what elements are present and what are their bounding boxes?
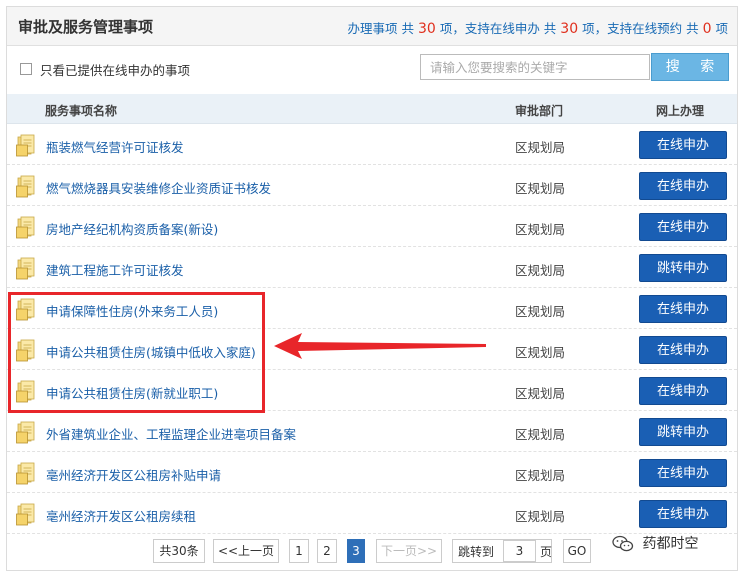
table-row: 燃气燃烧器具安装维修企业资质证书核发 区规划局 在线申办 — [7, 165, 737, 206]
page-1-button[interactable]: 1 — [289, 539, 309, 563]
booking-items-count: 0 — [702, 21, 712, 37]
service-name-link[interactable]: 建筑工程施工许可证核发 — [46, 260, 184, 279]
apply-online-button[interactable]: 在线申办 — [639, 500, 727, 528]
service-panel: 审批及服务管理事项 办理事项 共 30 项，支持在线申办 共 30 项，支持在线… — [6, 6, 738, 571]
service-name-link[interactable]: 燃气燃烧器具安装维修企业资质证书核发 — [46, 178, 271, 197]
online-only-label[interactable]: 只看已提供在线申办的事项 — [40, 60, 190, 79]
stats-suffix: 项 — [715, 21, 728, 36]
wechat-icon — [612, 535, 634, 552]
department: 区规划局 — [515, 509, 566, 524]
search-input[interactable] — [420, 54, 650, 80]
folder-document-icon — [16, 216, 35, 239]
table-row: 房地产经纪机构资质备案(新设) 区规划局 在线申办 — [7, 206, 737, 247]
stats-prefix: 办理事项 共 — [347, 21, 415, 36]
service-name-link[interactable]: 亳州经济开发区公租房续租 — [46, 506, 196, 525]
table-row: 亳州经济开发区公租房续租 区规划局 在线申办 — [7, 493, 737, 534]
panel-title: 审批及服务管理事项 — [18, 18, 154, 36]
apply-online-button[interactable]: 在线申办 — [639, 295, 727, 323]
folder-document-icon — [16, 462, 35, 485]
department: 区规划局 — [515, 345, 566, 360]
page-unit: 页 — [540, 545, 553, 559]
apply-online-button[interactable]: 在线申办 — [639, 377, 727, 405]
department: 区规划局 — [515, 181, 566, 196]
apply-online-button[interactable]: 在线申办 — [639, 459, 727, 487]
page-2-button[interactable]: 2 — [317, 539, 337, 563]
watermark: 药都时空 — [612, 533, 698, 553]
department: 区规划局 — [515, 222, 566, 237]
header-online-handling: 网上办理 — [656, 104, 705, 118]
stats-mid2: 项，支持在线预约 共 — [582, 21, 699, 36]
jump-page-input[interactable]: 3 — [503, 540, 536, 562]
table-row: 亳州经济开发区公租房补贴申请 区规划局 在线申办 — [7, 452, 737, 493]
folder-document-icon — [16, 503, 35, 526]
filter-bar: 只看已提供在线申办的事项 搜 索 — [7, 46, 737, 94]
department: 区规划局 — [515, 427, 566, 442]
jump-label: 跳转到 — [458, 545, 495, 559]
search-button[interactable]: 搜 索 — [651, 53, 729, 81]
department: 区规划局 — [515, 386, 566, 401]
next-page-button[interactable]: 下一页>> — [376, 539, 442, 563]
table-row: 外省建筑业企业、工程监理企业进亳项目备案 区规划局 跳转申办 — [7, 411, 737, 452]
apply-online-button[interactable]: 在线申办 — [639, 213, 727, 241]
service-name-link[interactable]: 外省建筑业企业、工程监理企业进亳项目备案 — [46, 424, 296, 443]
folder-document-icon — [16, 421, 35, 444]
prev-page-button[interactable]: <<上一页 — [213, 539, 279, 563]
go-button[interactable]: GO — [563, 539, 591, 563]
apply-online-button[interactable]: 在线申办 — [639, 336, 727, 364]
total-items-count: 30 — [418, 21, 436, 37]
online-only-checkbox[interactable] — [20, 63, 32, 75]
table-row: 瓶装燃气经营许可证核发 区规划局 在线申办 — [7, 124, 737, 165]
folder-document-icon — [16, 257, 35, 280]
stats-summary: 办理事项 共 30 项，支持在线申办 共 30 项，支持在线预约 共 0 项 — [348, 18, 728, 37]
total-count: 共30条 — [153, 539, 205, 563]
header-service-name: 服务事项名称 — [45, 104, 118, 118]
table-row: 建筑工程施工许可证核发 区规划局 跳转申办 — [7, 247, 737, 288]
header-department: 审批部门 — [515, 104, 564, 118]
folder-document-icon — [16, 134, 35, 157]
stats-mid1: 项，支持在线申办 共 — [439, 21, 557, 36]
arrow-pointer-icon — [274, 333, 486, 359]
table-header: 服务事项名称 审批部门 网上办理 — [7, 94, 737, 124]
service-name-link[interactable]: 亳州经济开发区公租房补贴申请 — [46, 465, 221, 484]
apply-online-button[interactable]: 跳转申办 — [639, 418, 727, 446]
highlight-box — [8, 292, 265, 413]
online-items-count: 30 — [560, 21, 579, 37]
page-3-button[interactable]: 3 — [347, 539, 365, 563]
panel-header: 审批及服务管理事项 办理事项 共 30 项，支持在线申办 共 30 项，支持在线… — [7, 7, 737, 46]
department: 区规划局 — [515, 304, 566, 319]
watermark-text: 药都时空 — [642, 536, 699, 552]
apply-online-button[interactable]: 在线申办 — [639, 172, 727, 200]
department: 区规划局 — [515, 263, 566, 278]
apply-online-button[interactable]: 跳转申办 — [639, 254, 727, 282]
service-name-link[interactable]: 瓶装燃气经营许可证核发 — [46, 137, 184, 156]
folder-document-icon — [16, 175, 35, 198]
service-name-link[interactable]: 房地产经纪机构资质备案(新设) — [46, 219, 218, 238]
department: 区规划局 — [515, 468, 566, 483]
apply-online-button[interactable]: 在线申办 — [639, 131, 727, 159]
department: 区规划局 — [515, 140, 566, 155]
